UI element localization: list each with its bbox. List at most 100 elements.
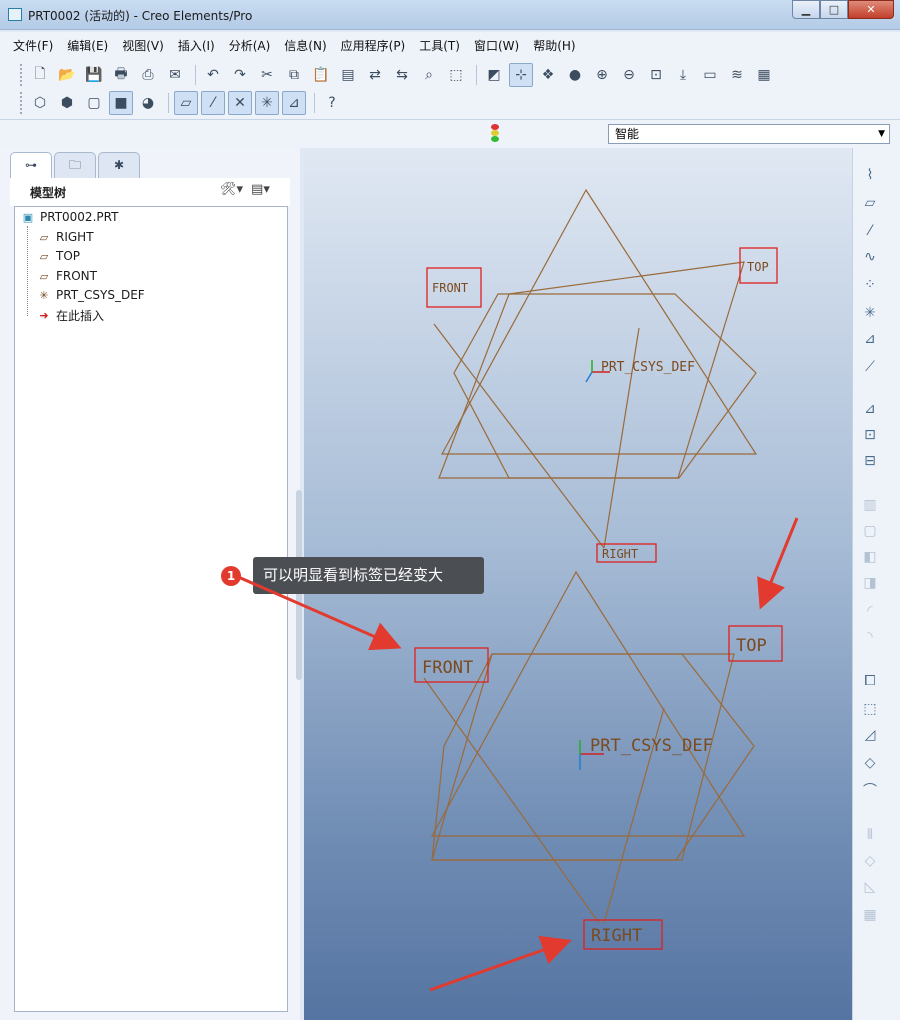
print-icon[interactable]: 🖶 bbox=[109, 63, 133, 87]
hole-icon[interactable]: ⧠ bbox=[859, 670, 881, 692]
save-icon[interactable]: 💾 bbox=[82, 63, 106, 87]
regenerate-manager-icon[interactable]: ⇆ bbox=[390, 63, 414, 87]
minimize-button[interactable]: ▁ bbox=[792, 0, 820, 19]
datum-plane-right-before bbox=[440, 188, 758, 455]
menu-info[interactable]: 信息(N) bbox=[277, 37, 333, 54]
blend-icon[interactable]: ◨ bbox=[859, 572, 881, 594]
annotation-callout: 可以明显看到标签已经变大 bbox=[253, 557, 484, 594]
menu-insert[interactable]: 插入(I) bbox=[171, 37, 222, 54]
tree-settings-icon[interactable]: 🛠▾ bbox=[220, 182, 243, 197]
plane-tool-icon[interactable]: ▱ bbox=[859, 192, 881, 214]
navigator-tabs: ⊶ 🗀 ✱ bbox=[10, 152, 142, 178]
tree-item-top[interactable]: ▱ TOP bbox=[37, 247, 80, 265]
zoom-out-icon[interactable]: ⊖ bbox=[617, 63, 641, 87]
draft-icon[interactable]: ◇ bbox=[859, 752, 881, 774]
mail-icon[interactable]: ✉ bbox=[163, 63, 187, 87]
round-icon[interactable]: ◜ bbox=[859, 600, 881, 622]
cut-icon[interactable]: ✂ bbox=[255, 63, 279, 87]
close-button[interactable]: ✕ bbox=[848, 0, 894, 19]
reorient-icon[interactable]: ⤓ bbox=[671, 63, 695, 87]
datum-axes-icon[interactable]: ⁄ bbox=[201, 91, 225, 115]
view-manager-icon[interactable]: ▦ bbox=[752, 63, 776, 87]
toolbar-grip[interactable] bbox=[20, 92, 24, 114]
datum-edge bbox=[423, 677, 600, 924]
tree-item-part[interactable]: ▣ PRT0002.PRT bbox=[21, 208, 119, 226]
tree-item-right[interactable]: ▱ RIGHT bbox=[37, 228, 94, 246]
tree-item-label: TOP bbox=[56, 249, 81, 263]
copy-icon[interactable]: ⧉ bbox=[282, 63, 306, 87]
appearance-icon[interactable]: ● bbox=[563, 63, 587, 87]
pattern-icon[interactable]: ⌒ bbox=[859, 780, 881, 802]
undo-icon[interactable]: ↶ bbox=[201, 63, 225, 87]
maximize-button[interactable]: □ bbox=[820, 0, 848, 19]
chamfer-icon[interactable]: ◝ bbox=[859, 626, 881, 648]
csys-tool-icon[interactable]: ✳ bbox=[859, 302, 881, 324]
annotation-icon[interactable]: ⊿ bbox=[859, 398, 881, 420]
sketch-tool-icon[interactable]: ⌇ bbox=[859, 164, 881, 186]
open-icon[interactable]: 📂 bbox=[55, 63, 79, 87]
toolbar-grip[interactable] bbox=[20, 64, 24, 86]
offset-icon[interactable]: ▦ bbox=[859, 904, 881, 926]
paste-icon[interactable]: 📋 bbox=[309, 63, 333, 87]
annotation-edit-icon[interactable]: ⊟ bbox=[859, 450, 881, 472]
datum-points-icon[interactable]: ✕ bbox=[228, 91, 252, 115]
model-tree-tab[interactable]: ⊶ bbox=[10, 152, 52, 178]
tree-item-insert-here[interactable]: ➜ 在此插入 bbox=[37, 306, 104, 324]
datum-planes-icon[interactable]: ▱ bbox=[174, 91, 198, 115]
regenerate-icon[interactable]: ⇄ bbox=[363, 63, 387, 87]
menu-view[interactable]: 视图(V) bbox=[115, 37, 171, 54]
repaint-icon[interactable]: ◩ bbox=[482, 63, 506, 87]
menu-file[interactable]: 文件(F) bbox=[6, 37, 60, 54]
menu-applications[interactable]: 应用程序(P) bbox=[334, 37, 413, 54]
annotations-icon[interactable]: ⊿ bbox=[282, 91, 306, 115]
refit-icon[interactable]: ⊡ bbox=[644, 63, 668, 87]
redo-icon[interactable]: ↷ bbox=[228, 63, 252, 87]
context-help-icon[interactable]: ? bbox=[320, 91, 344, 115]
tree-show-icon[interactable]: ▤▾ bbox=[251, 182, 270, 197]
folder-browser-tab[interactable]: 🗀 bbox=[54, 152, 96, 178]
tree-item-front[interactable]: ▱ FRONT bbox=[37, 267, 97, 285]
point-tool-icon[interactable]: ⁘ bbox=[859, 274, 881, 296]
menu-window[interactable]: 窗口(W) bbox=[467, 37, 526, 54]
insert-here-arrow-icon: ➜ bbox=[39, 308, 49, 322]
find-icon[interactable]: ⌕ bbox=[417, 63, 441, 87]
menu-edit[interactable]: 编辑(E) bbox=[60, 37, 115, 54]
saved-views-icon[interactable]: ▭ bbox=[698, 63, 722, 87]
tree-item-csys[interactable]: ✳ PRT_CSYS_DEF bbox=[37, 286, 144, 304]
shading-icon[interactable]: ■ bbox=[109, 91, 133, 115]
sweep-icon[interactable]: ◧ bbox=[859, 546, 881, 568]
curve-tool-icon[interactable]: ∿ bbox=[859, 246, 881, 268]
menu-help[interactable]: 帮助(H) bbox=[526, 37, 582, 54]
annotation-placement-icon[interactable]: ⊡ bbox=[859, 424, 881, 446]
orient-icon[interactable]: ❖ bbox=[536, 63, 560, 87]
favorites-tab[interactable]: ✱ bbox=[98, 152, 140, 178]
wireframe-icon[interactable]: ⬡ bbox=[28, 91, 52, 115]
csys-label-after: PRT_CSYS_DEF bbox=[590, 736, 713, 756]
mirror-icon[interactable]: ⫴ bbox=[859, 824, 881, 846]
layers-icon[interactable]: ≋ bbox=[725, 63, 749, 87]
new-icon[interactable]: 🗋 bbox=[28, 63, 52, 87]
rib-icon[interactable]: ◿ bbox=[859, 724, 881, 746]
paste-special-icon[interactable]: ▤ bbox=[336, 63, 360, 87]
traffic-light-icon[interactable] bbox=[490, 124, 500, 144]
zoom-in-icon[interactable]: ⊕ bbox=[590, 63, 614, 87]
analysis-tool-icon[interactable]: ⊿ bbox=[859, 328, 881, 350]
datum-plane-front-after bbox=[431, 653, 735, 861]
select-box-icon[interactable]: ⬚ bbox=[444, 63, 468, 87]
shell-icon[interactable]: ⬚ bbox=[859, 698, 881, 720]
spin-center-icon[interactable]: ⊹ bbox=[509, 63, 533, 87]
insert-datum-icon[interactable]: ⟋ bbox=[859, 356, 881, 378]
trim-icon[interactable]: ◺ bbox=[859, 876, 881, 898]
merge-icon[interactable]: ◇ bbox=[859, 850, 881, 872]
menu-tools[interactable]: 工具(T) bbox=[412, 37, 467, 54]
menu-analysis[interactable]: 分析(A) bbox=[222, 37, 278, 54]
enhanced-realism-icon[interactable]: ◕ bbox=[136, 91, 160, 115]
revolve-icon[interactable]: ▢ bbox=[859, 520, 881, 542]
send-icon[interactable]: ⎙ bbox=[136, 63, 160, 87]
no-hidden-icon[interactable]: ▢ bbox=[82, 91, 106, 115]
csys-icon[interactable]: ✳ bbox=[255, 91, 279, 115]
extrude-icon[interactable]: ▥ bbox=[859, 494, 881, 516]
selection-filter-select[interactable]: 智能 ▼ bbox=[608, 124, 890, 144]
axis-tool-icon[interactable]: ⁄ bbox=[859, 220, 881, 242]
hidden-line-icon[interactable]: ⬢ bbox=[55, 91, 79, 115]
